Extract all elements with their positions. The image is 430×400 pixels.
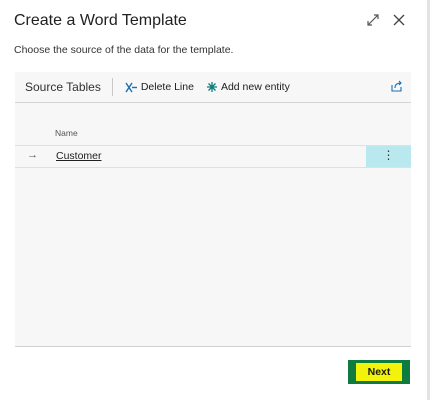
delete-line-label: Delete Line — [140, 81, 194, 93]
window-controls — [366, 12, 406, 28]
dialog-title: Create a Word Template — [14, 12, 187, 29]
create-word-template-dialog: Create a Word Template Choose the source… — [0, 0, 430, 400]
add-new-entity-button[interactable]: Add new entity — [206, 81, 290, 93]
panel-toolbar: Source Tables Delete Line Add new entity — [15, 72, 411, 103]
next-button-label: Next — [355, 363, 403, 381]
share-icon[interactable] — [390, 80, 403, 98]
column-header-name[interactable]: Name — [55, 128, 78, 138]
dialog-subtitle: Choose the source of the data for the te… — [14, 44, 234, 56]
add-entity-icon — [206, 82, 217, 92]
panel-title: Source Tables — [25, 78, 113, 96]
close-icon[interactable] — [392, 12, 406, 28]
next-button[interactable]: Next — [348, 360, 410, 384]
table-row[interactable]: → Customer ⋮ — [15, 145, 411, 168]
delete-line-button[interactable]: Delete Line — [125, 81, 194, 93]
add-new-entity-label: Add new entity — [220, 81, 290, 93]
more-options-icon[interactable]: ⋮ — [366, 146, 411, 167]
row-arrow-icon: → — [27, 149, 38, 161]
expand-icon[interactable] — [366, 12, 380, 28]
customer-link[interactable]: Customer — [56, 150, 102, 162]
delete-line-icon — [125, 82, 137, 92]
source-tables-panel: Source Tables Delete Line Add new entity — [15, 72, 411, 347]
